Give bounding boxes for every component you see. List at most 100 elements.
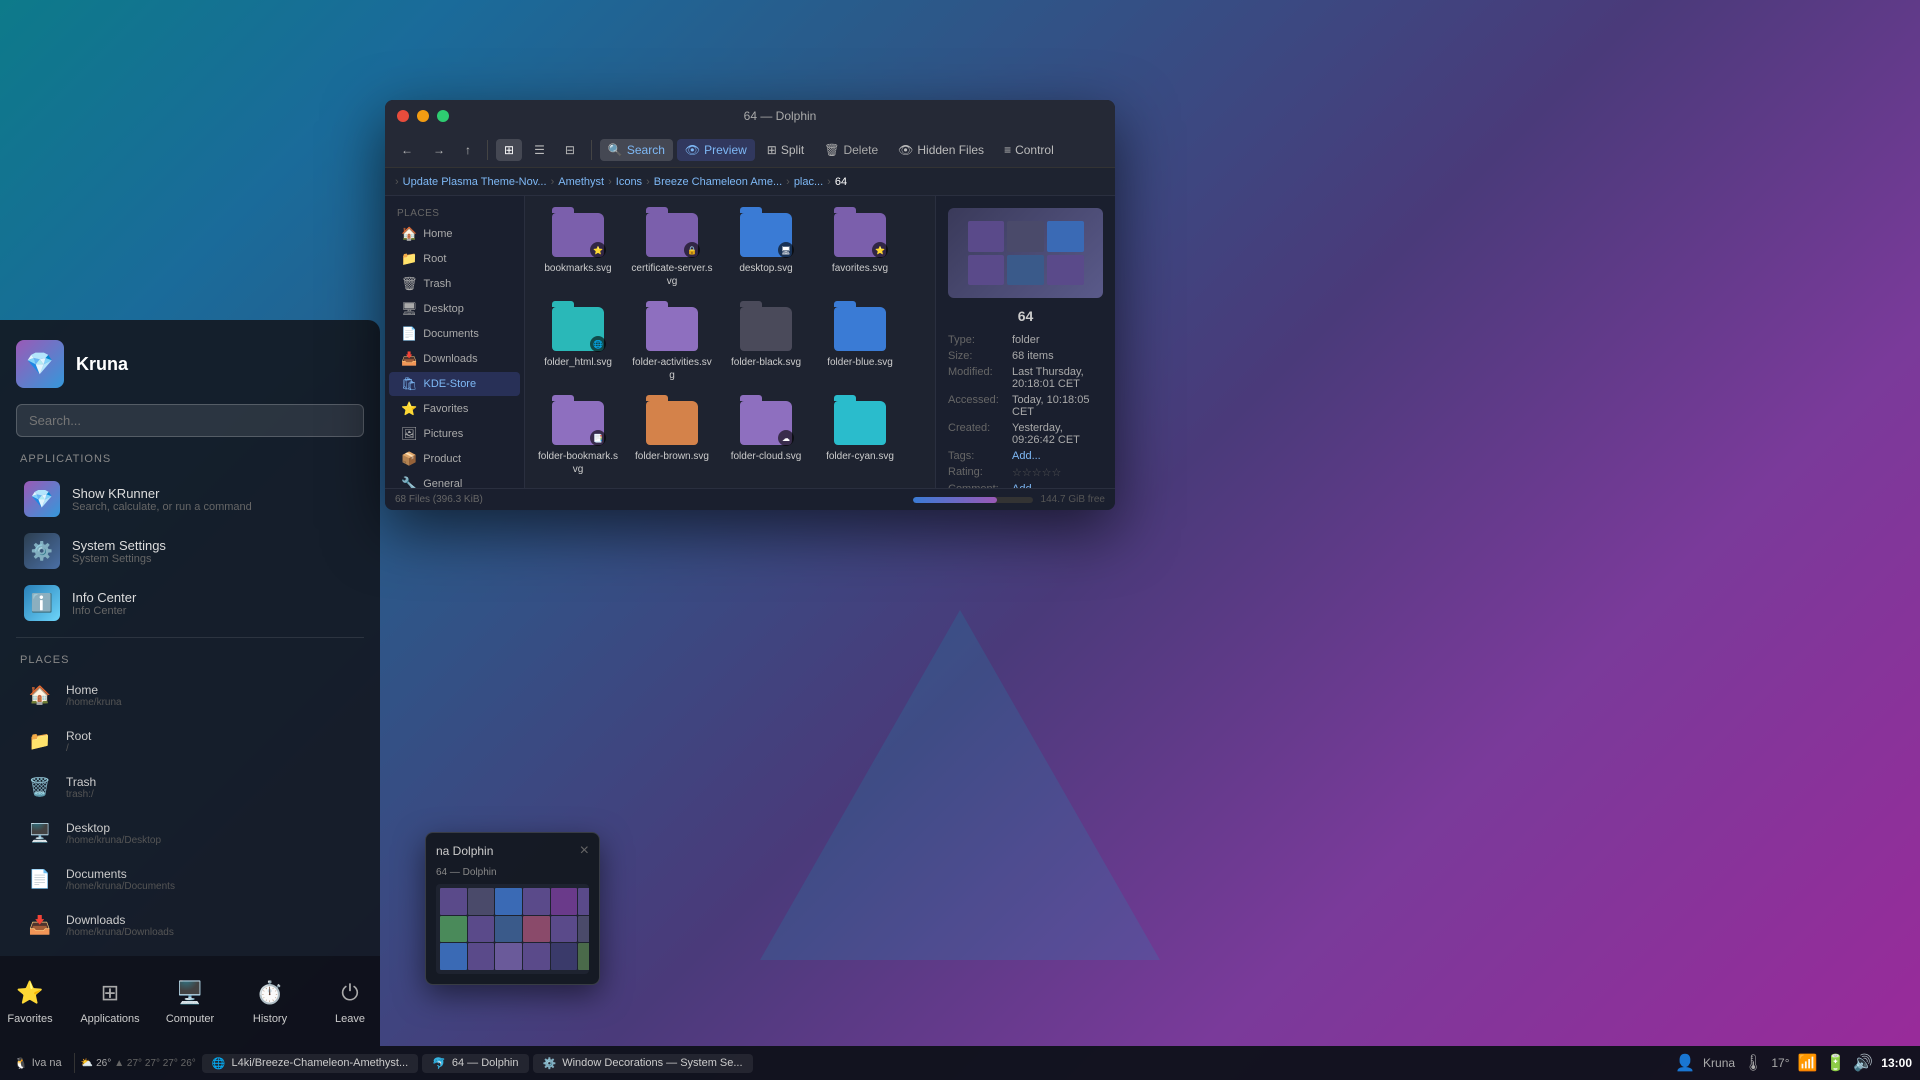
preview-title: na Dolphin — [436, 844, 493, 858]
breadcrumb-4[interactable]: Breeze Chameleon Ame... — [654, 176, 782, 188]
rating-label: Rating: — [948, 466, 1008, 479]
sidebar-root[interactable]: 📁Root — [389, 247, 520, 271]
taskbar-start-btn[interactable]: 🐧 Iva na — [8, 1055, 68, 1072]
disk-usage-bar — [913, 497, 1033, 503]
place-root-name: Root — [66, 729, 356, 743]
toolbar-forward-btn[interactable]: → — [425, 139, 453, 161]
file-desktop[interactable]: 🖥 desktop.svg — [721, 204, 811, 294]
place-desktop[interactable]: 🖥️ Desktop /home/kruna/Desktop — [16, 810, 364, 856]
tray-power-icon: 🔋 — [1825, 1053, 1845, 1073]
app-name-settings: System Settings — [72, 538, 356, 553]
file-activities[interactable]: folder-activities.svg — [627, 298, 717, 388]
tray-volume-icon: 🔊 — [1853, 1053, 1873, 1073]
rating-stars[interactable]: ☆☆☆☆☆ — [1012, 466, 1061, 479]
accessed-value: Today, 10:18:05 CET — [1012, 394, 1103, 418]
place-root[interactable]: 📁 Root / — [16, 718, 364, 764]
sidebar-pictures[interactable]: 🖼Pictures — [389, 422, 520, 446]
type-label: Type: — [948, 334, 1008, 346]
toolbar-back-btn[interactable]: ← — [393, 139, 421, 161]
file-cloud-label: folder-cloud.svg — [731, 450, 802, 463]
file-favorites-label: favorites.svg — [832, 262, 888, 275]
dock-favorites-label: Favorites — [7, 1013, 52, 1025]
file-blue-label: folder-blue.svg — [827, 356, 893, 369]
modified-value: Last Thursday, 20:18:01 CET — [1012, 366, 1103, 390]
toolbar-list-btn[interactable]: ☰ — [526, 139, 553, 161]
file-brown[interactable]: folder-brown.svg — [627, 392, 717, 482]
sidebar-kde-store[interactable]: 🛍KDE-Store — [389, 372, 520, 396]
file-cert-server[interactable]: 🔒 certificate-server.svg — [627, 204, 717, 294]
dock-favorites[interactable]: ⭐ Favorites — [0, 969, 70, 1033]
toolbar-preview-btn[interactable]: 👁 Preview — [677, 139, 755, 161]
app-item-krunner[interactable]: 💎 Show KRunner Search, calculate, or run… — [16, 473, 364, 525]
breadcrumb-2[interactable]: Amethyst — [558, 176, 604, 188]
settings-taskbar-icon: ⚙️ — [543, 1057, 557, 1070]
window-minimize-btn[interactable] — [417, 110, 429, 122]
toolbar-grid-btn[interactable]: ⊞ — [496, 139, 522, 161]
file-folder-html[interactable]: 🌐 folder_html.svg — [533, 298, 623, 388]
preview-close-btn[interactable]: × — [580, 843, 589, 859]
app-item-settings[interactable]: ⚙️ System Settings System Settings — [16, 525, 364, 577]
tags-add-link[interactable]: Add... — [1012, 450, 1041, 462]
kruna-search-input[interactable] — [16, 404, 364, 437]
file-brown-label: folder-brown.svg — [635, 450, 709, 463]
file-cyan[interactable]: folder-cyan.svg — [815, 392, 905, 482]
tray-network-icon: 📶 — [1798, 1053, 1818, 1073]
toolbar-split-panel-btn[interactable]: ⊟ — [557, 139, 583, 161]
breadcrumb-5[interactable]: plac... — [794, 176, 823, 188]
preview-subtitle: 64 — Dolphin — [436, 867, 589, 878]
taskbar-settings-btn[interactable]: ⚙️ Window Decorations — System Se... — [533, 1054, 753, 1073]
dock-history-label: History — [253, 1013, 287, 1025]
file-bookmark[interactable]: 📑 folder-bookmark.svg — [533, 392, 623, 482]
sidebar-home[interactable]: 🏠Home — [389, 222, 520, 246]
taskbar-center: 🌐 L4ki/Breeze-Chameleon-Amethyst... 🐬 64… — [202, 1054, 1669, 1073]
sidebar-downloads[interactable]: 📥Downloads — [389, 347, 520, 371]
tray-user-icon: 👤 — [1675, 1053, 1695, 1073]
dock-computer[interactable]: 🖥️ Computer — [150, 969, 230, 1033]
sidebar-product[interactable]: 📦Product — [389, 447, 520, 471]
status-free-space: 144.7 GiB free — [1041, 494, 1105, 505]
file-favorites[interactable]: ⭐ favorites.svg — [815, 204, 905, 294]
place-documents[interactable]: 📄 Documents /home/kruna/Documents — [16, 856, 364, 902]
dolphin-info-panel: 64 Type: folder Size: 68 items Modified:… — [935, 196, 1115, 488]
dock-applications[interactable]: ⊞ Applications — [70, 969, 150, 1033]
toolbar-delete-btn[interactable]: 🗑 Delete — [816, 139, 886, 161]
start-icon: 🐧 — [14, 1057, 28, 1070]
dock-history[interactable]: ⏱️ History — [230, 969, 310, 1033]
sidebar-favorites[interactable]: ⭐Favorites — [389, 397, 520, 421]
window-close-btn[interactable] — [397, 110, 409, 122]
type-value: folder — [1012, 334, 1103, 346]
breadcrumb-6[interactable]: 64 — [835, 176, 847, 188]
place-downloads[interactable]: 📥 Downloads /home/kruna/Downloads — [16, 902, 364, 948]
sidebar-general[interactable]: 🔧General — [389, 472, 520, 488]
file-cloud[interactable]: ☁ folder-cloud.svg — [721, 392, 811, 482]
sidebar-trash[interactable]: 🗑Trash — [389, 272, 520, 296]
file-blue[interactable]: folder-blue.svg — [815, 298, 905, 388]
toolbar-hidden-btn[interactable]: 👁 Hidden Files — [890, 139, 992, 161]
toolbar-split-btn[interactable]: ⊞ Split — [759, 139, 812, 161]
sidebar-desktop[interactable]: 🖥Desktop — [389, 297, 520, 321]
breadcrumb-1[interactable]: Update Plasma Theme-Nov... — [403, 176, 547, 188]
breadcrumb-3[interactable]: Icons — [616, 176, 642, 188]
place-home[interactable]: 🏠 Home /home/kruna — [16, 672, 364, 718]
taskbar-chromium-btn[interactable]: 🌐 L4ki/Breeze-Chameleon-Amethyst... — [202, 1054, 418, 1073]
toolbar-search-btn[interactable]: 🔍 Search — [600, 139, 673, 161]
file-black[interactable]: folder-black.svg — [721, 298, 811, 388]
sidebar-documents[interactable]: 📄Documents — [389, 322, 520, 346]
toolbar-control-btn[interactable]: ≡ Control — [996, 139, 1062, 161]
taskbar-dolphin-btn[interactable]: 🐬 64 — Dolphin — [422, 1054, 528, 1073]
toolbar-up-btn[interactable]: ↑ — [457, 139, 479, 161]
dock-leave[interactable]: ⏻ Leave — [310, 969, 390, 1033]
dock-computer-label: Computer — [166, 1013, 214, 1025]
file-black-label: folder-black.svg — [731, 356, 801, 369]
created-value: Yesterday, 09:26:42 CET — [1012, 422, 1103, 446]
chromium-label: L4ki/Breeze-Chameleon-Amethyst... — [231, 1057, 408, 1069]
app-name-info: Info Center — [72, 590, 356, 605]
window-title: 64 — Dolphin — [457, 109, 1103, 123]
file-bookmarks[interactable]: ⭐ bookmarks.svg — [533, 204, 623, 294]
app-item-info[interactable]: ℹ️ Info Center Info Center — [16, 577, 364, 629]
window-maximize-btn[interactable] — [437, 110, 449, 122]
place-home-path: /home/kruna — [66, 697, 356, 708]
kruna-title: Kruna — [76, 354, 128, 375]
place-trash[interactable]: 🗑️ Trash trash:/ — [16, 764, 364, 810]
status-files-count: 68 Files (396.3 KiB) — [395, 494, 905, 505]
